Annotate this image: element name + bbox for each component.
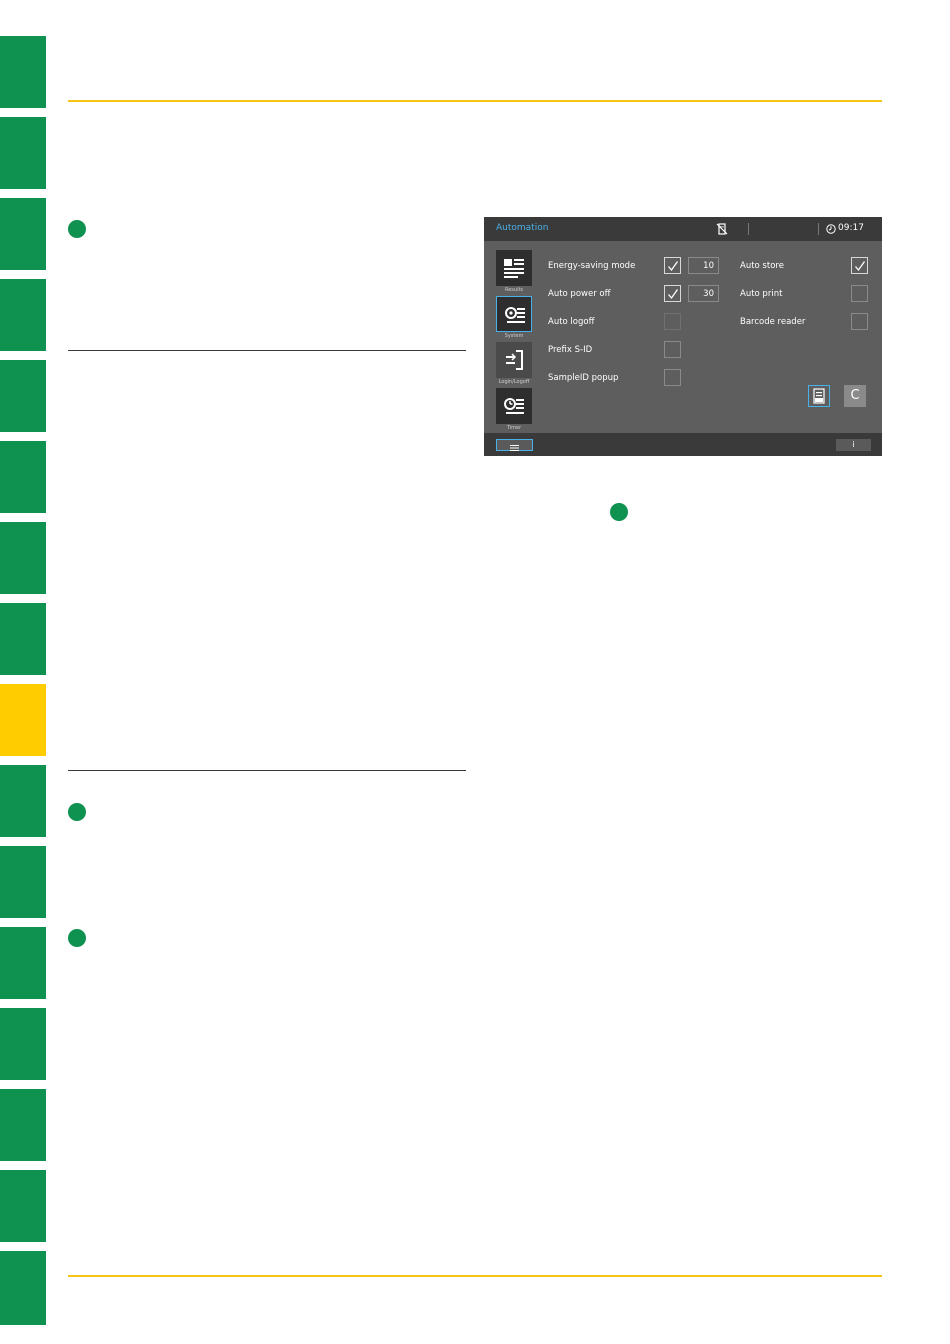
title-separator	[818, 223, 819, 235]
sidebar-label: Timer	[506, 425, 522, 431]
bottom-bar: i	[484, 433, 882, 456]
option-label-auto-print: Auto print	[740, 289, 783, 299]
chapter-tab-10[interactable]	[0, 765, 46, 837]
timer-icon	[504, 398, 524, 414]
chapter-tab-5[interactable]	[0, 360, 46, 432]
checkmark-icon	[855, 261, 866, 272]
checkbox-prefix-sid[interactable]	[664, 341, 681, 358]
chapter-tab-8[interactable]	[0, 603, 46, 675]
checkmark-icon	[668, 289, 679, 300]
chapter-tab-16[interactable]	[0, 1251, 46, 1325]
sidebar-label: Results	[504, 287, 524, 293]
callout-marker	[68, 803, 86, 821]
chapter-tab-2[interactable]	[0, 117, 46, 189]
title-bar: Automation 09:17	[484, 217, 882, 241]
system-icon	[505, 307, 525, 323]
chapter-tab-12[interactable]	[0, 927, 46, 999]
menu-button[interactable]	[496, 439, 533, 451]
chapter-tab-11[interactable]	[0, 846, 46, 918]
option-label-auto-power-off: Auto power off	[548, 289, 611, 299]
sidebar-label: Login/Logoff	[498, 379, 530, 385]
energy-saving-minutes-field[interactable]: 10	[688, 257, 719, 274]
callout-marker	[68, 929, 86, 947]
option-label-barcode-reader: Barcode reader	[740, 317, 806, 327]
option-label-auto-store: Auto store	[740, 261, 784, 271]
checkbox-sampleid-popup[interactable]	[664, 369, 681, 386]
section-divider-1	[68, 350, 466, 351]
checkbox-auto-store[interactable]	[851, 257, 868, 274]
chapter-tab-14[interactable]	[0, 1089, 46, 1161]
chapter-tab-13[interactable]	[0, 1008, 46, 1080]
save-icon	[813, 388, 825, 404]
sidebar-item-timer[interactable]	[496, 388, 532, 424]
clock-icon	[826, 224, 836, 234]
checkmark-icon	[668, 261, 679, 272]
callout-marker	[68, 220, 86, 238]
screen-title: Automation	[496, 223, 549, 233]
sidebar-item-login-logoff[interactable]	[496, 342, 532, 378]
chapter-tab-6[interactable]	[0, 441, 46, 513]
results-icon	[504, 259, 524, 278]
header-rule	[68, 100, 882, 102]
info-button[interactable]: i	[836, 439, 871, 451]
sidebar-item-results[interactable]	[496, 250, 532, 286]
chapter-tab-active[interactable]	[0, 684, 46, 756]
checkbox-auto-logoff[interactable]	[664, 313, 681, 330]
chapter-tab-7[interactable]	[0, 522, 46, 594]
option-label-energy-saving: Energy-saving mode	[548, 261, 636, 271]
title-separator	[748, 223, 749, 235]
usb-disconnected-icon	[716, 223, 728, 235]
option-label-auto-logoff: Auto logoff	[548, 317, 595, 327]
save-button[interactable]	[808, 385, 830, 407]
sidebar-label: System	[504, 333, 524, 339]
chapter-tab-4[interactable]	[0, 279, 46, 351]
callout-marker	[610, 503, 628, 521]
chapter-tab-3[interactable]	[0, 198, 46, 270]
chapter-tab-1[interactable]	[0, 36, 46, 108]
menu-icon	[510, 445, 519, 451]
login-logoff-icon	[506, 350, 523, 370]
option-label-sampleid-popup: SampleID popup	[548, 373, 619, 383]
device-screen: Automation 09:17 Results System Login/Lo…	[484, 217, 882, 456]
clock-time: 09:17	[838, 223, 864, 233]
option-label-prefix-sid: Prefix S-ID	[548, 345, 593, 355]
auto-power-off-minutes-field[interactable]: 30	[688, 285, 719, 302]
checkbox-auto-power-off[interactable]	[664, 285, 681, 302]
section-divider-2	[68, 770, 466, 771]
reset-button[interactable]: C	[844, 385, 866, 407]
chapter-tab-15[interactable]	[0, 1170, 46, 1242]
footer-rule	[68, 1275, 882, 1277]
checkbox-energy-saving[interactable]	[664, 257, 681, 274]
checkbox-auto-print[interactable]	[851, 285, 868, 302]
checkbox-barcode-reader[interactable]	[851, 313, 868, 330]
sidebar-item-system[interactable]	[496, 296, 532, 332]
